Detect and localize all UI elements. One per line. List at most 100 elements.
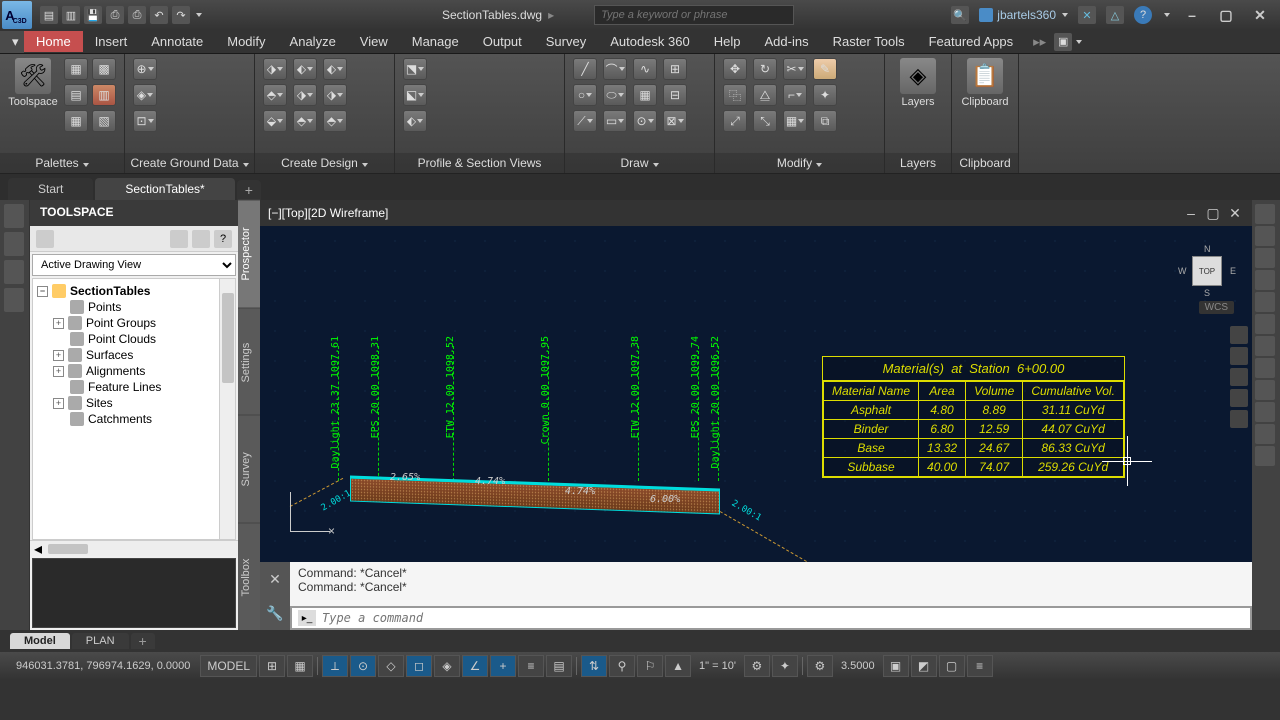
design-btn-6[interactable]: ⬘ (293, 110, 317, 132)
scale-button[interactable]: ⤡ (753, 110, 777, 132)
surfaces-button[interactable]: ◈ (133, 84, 157, 106)
circle-button[interactable]: ○ (573, 84, 597, 106)
design-btn-1[interactable]: ⬗ (263, 58, 287, 80)
cmd-config-icon[interactable]: 🔧 (260, 596, 290, 630)
3dosnap-toggle[interactable]: ◈ (434, 655, 460, 677)
am-toggle[interactable]: ▲ (665, 655, 691, 677)
design-btn-5[interactable]: ⬗ (293, 84, 317, 106)
profile-btn-2[interactable]: ⬕ (403, 84, 427, 106)
tree-scrollbar-h[interactable]: ◂ (30, 540, 238, 556)
palette-btn-3[interactable]: ▤ (64, 84, 88, 106)
nav-zoom-icon[interactable] (1230, 368, 1248, 386)
move-button[interactable]: ✥ (723, 58, 747, 80)
anno-vis[interactable]: ✦ (772, 655, 798, 677)
tree-item-surfaces[interactable]: +Surfaces (33, 347, 235, 363)
binoculars-icon[interactable]: 🔍 (951, 6, 969, 24)
nav-orbit-icon[interactable] (1230, 389, 1248, 407)
design-btn-8[interactable]: ⬗ (323, 84, 347, 106)
polar-toggle[interactable]: ⊙ (350, 655, 376, 677)
layers-button[interactable]: ◈Layers (893, 58, 943, 108)
doctab-add[interactable]: + (237, 180, 261, 200)
a360-icon[interactable]: △ (1106, 6, 1124, 24)
search-input[interactable] (594, 5, 794, 25)
rstrip-btn[interactable] (1255, 314, 1275, 334)
menutab-raster-tools[interactable]: Raster Tools (821, 31, 917, 52)
stretch-button[interactable]: ⤢ (723, 110, 747, 132)
draw-btn-x1[interactable]: ⊞ (663, 58, 687, 80)
rstrip-btn[interactable] (1255, 270, 1275, 290)
traverse-button[interactable]: ⊡ (133, 110, 157, 132)
nav-pan-icon[interactable] (1230, 347, 1248, 365)
minimize-button[interactable]: – (1180, 7, 1204, 23)
rstrip-btn[interactable] (1255, 446, 1275, 466)
design-btn-7[interactable]: ⬖ (323, 58, 347, 80)
save-icon[interactable]: 💾 (84, 6, 102, 24)
spline-button[interactable]: ∿ (633, 58, 657, 80)
menutab-help[interactable]: Help (702, 31, 753, 52)
fillet-button[interactable]: ⌐ (783, 84, 807, 106)
undo-icon[interactable]: ↶ (150, 6, 168, 24)
rstrip-btn[interactable] (1255, 336, 1275, 356)
line-button[interactable]: ╱ (573, 58, 597, 80)
app-menu-button[interactable]: ▾ (0, 31, 24, 53)
design-btn-4[interactable]: ⬖ (293, 58, 317, 80)
explode-button[interactable]: ✦ (813, 84, 837, 106)
viewport-label[interactable]: [−][Top][2D Wireframe] (268, 206, 388, 220)
vp-maximize[interactable]: ▢ (1204, 206, 1222, 220)
tree-item-catchments[interactable]: Catchments (33, 411, 235, 427)
tree-item-sites[interactable]: +Sites (33, 395, 235, 411)
new-icon[interactable]: ▤ (40, 6, 58, 24)
lstrip-btn-4[interactable] (4, 288, 24, 312)
palette-btn-5[interactable]: ▦ (64, 110, 88, 132)
clipboard-button[interactable]: 📋Clipboard (960, 58, 1010, 108)
osnap-toggle[interactable]: ◻ (406, 655, 432, 677)
panel-label[interactable]: Draw (565, 153, 714, 173)
coordinates[interactable]: 946031.3781, 796974.1629, 0.0000 (8, 660, 198, 672)
nav-showmotion-icon[interactable] (1230, 410, 1248, 428)
toolspace-view-select[interactable]: Active Drawing View (32, 254, 236, 276)
draw-btn-x2[interactable]: ⊟ (663, 84, 687, 106)
tree-item-point-groups[interactable]: +Point Groups (33, 315, 235, 331)
menutab-featured-apps[interactable]: Featured Apps (917, 31, 1026, 52)
ellipse-button[interactable]: ⬭ (603, 84, 627, 106)
qp-toggle[interactable]: ⚲ (609, 655, 635, 677)
arc-button[interactable]: ⌒ (603, 58, 627, 80)
menutab-modify[interactable]: Modify (215, 31, 277, 52)
point-button[interactable]: ⊙ (633, 110, 657, 132)
prospector-tree[interactable]: −SectionTables Points+Point GroupsPoint … (32, 278, 236, 540)
ts-tool-2[interactable] (170, 230, 188, 248)
snap-toggle[interactable]: ▦ (287, 655, 313, 677)
menutab-view[interactable]: View (348, 31, 400, 52)
app-logo[interactable]: AC3D (2, 1, 32, 29)
tab-settings[interactable]: Settings (238, 308, 260, 416)
tree-item-alignments[interactable]: +Alignments (33, 363, 235, 379)
draw-btn-x3[interactable]: ⊠ (663, 110, 687, 132)
dyn-toggle[interactable]: + (490, 655, 516, 677)
palette-btn-4[interactable]: ▥ (92, 84, 116, 106)
points-button[interactable]: ⊕ (133, 58, 157, 80)
menutab-add-ins[interactable]: Add-ins (753, 31, 821, 52)
qat-dropdown-icon[interactable] (196, 13, 202, 17)
hatch-button[interactable]: ▦ (633, 84, 657, 106)
lstrip-btn-3[interactable] (4, 260, 24, 284)
plot-icon[interactable]: ⎙ (128, 6, 146, 24)
hwaccel-toggle[interactable]: ▣ (883, 655, 909, 677)
help-icon[interactable]: ? (1134, 6, 1152, 24)
iso-toggle[interactable]: ◇ (378, 655, 404, 677)
palette-btn-2[interactable]: ▩ (92, 58, 116, 80)
ws-toggle[interactable]: ⚙ (807, 655, 833, 677)
mirror-button[interactable]: ⧋ (753, 84, 777, 106)
ts-tool-help[interactable]: ? (214, 230, 232, 248)
scale-lock[interactable]: ⚙ (744, 655, 770, 677)
vp-minimize[interactable]: – (1182, 206, 1200, 220)
layout-plan[interactable]: PLAN (72, 633, 129, 649)
layout-model[interactable]: Model (10, 633, 70, 649)
sc-toggle[interactable]: ⇅ (581, 655, 607, 677)
profile-btn-1[interactable]: ⬔ (403, 58, 427, 80)
tree-root[interactable]: −SectionTables (33, 283, 235, 299)
open-icon[interactable]: ▥ (62, 6, 80, 24)
cmd-close-icon[interactable]: ✕ (260, 562, 290, 596)
polyline-button[interactable]: ⟋ (573, 110, 597, 132)
menutab-manage[interactable]: Manage (400, 31, 471, 52)
ts-tool-1[interactable] (36, 230, 54, 248)
